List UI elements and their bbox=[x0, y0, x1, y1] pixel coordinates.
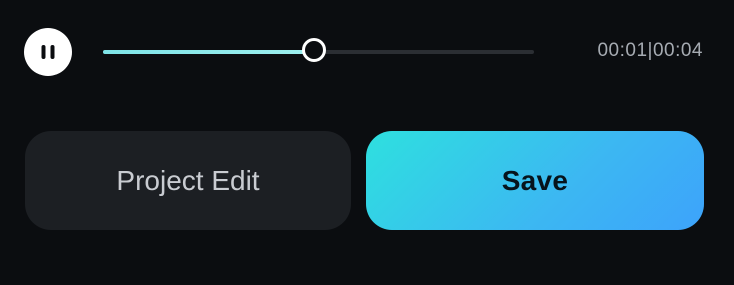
save-label: Save bbox=[501, 164, 569, 196]
seek-slider[interactable] bbox=[103, 38, 534, 62]
seek-thumb[interactable] bbox=[302, 38, 327, 62]
save-button[interactable]: Save bbox=[366, 131, 704, 230]
time-readout: 00:01|00:04 bbox=[597, 40, 703, 61]
seek-progress-fill bbox=[103, 50, 315, 54]
pause-button[interactable] bbox=[24, 28, 72, 76]
project-edit-button[interactable]: Project Edit bbox=[25, 131, 351, 230]
project-edit-label: Project Edit bbox=[116, 164, 260, 196]
playback-controls: 00:01|00:04 bbox=[0, 0, 734, 104]
pause-icon bbox=[41, 45, 55, 59]
